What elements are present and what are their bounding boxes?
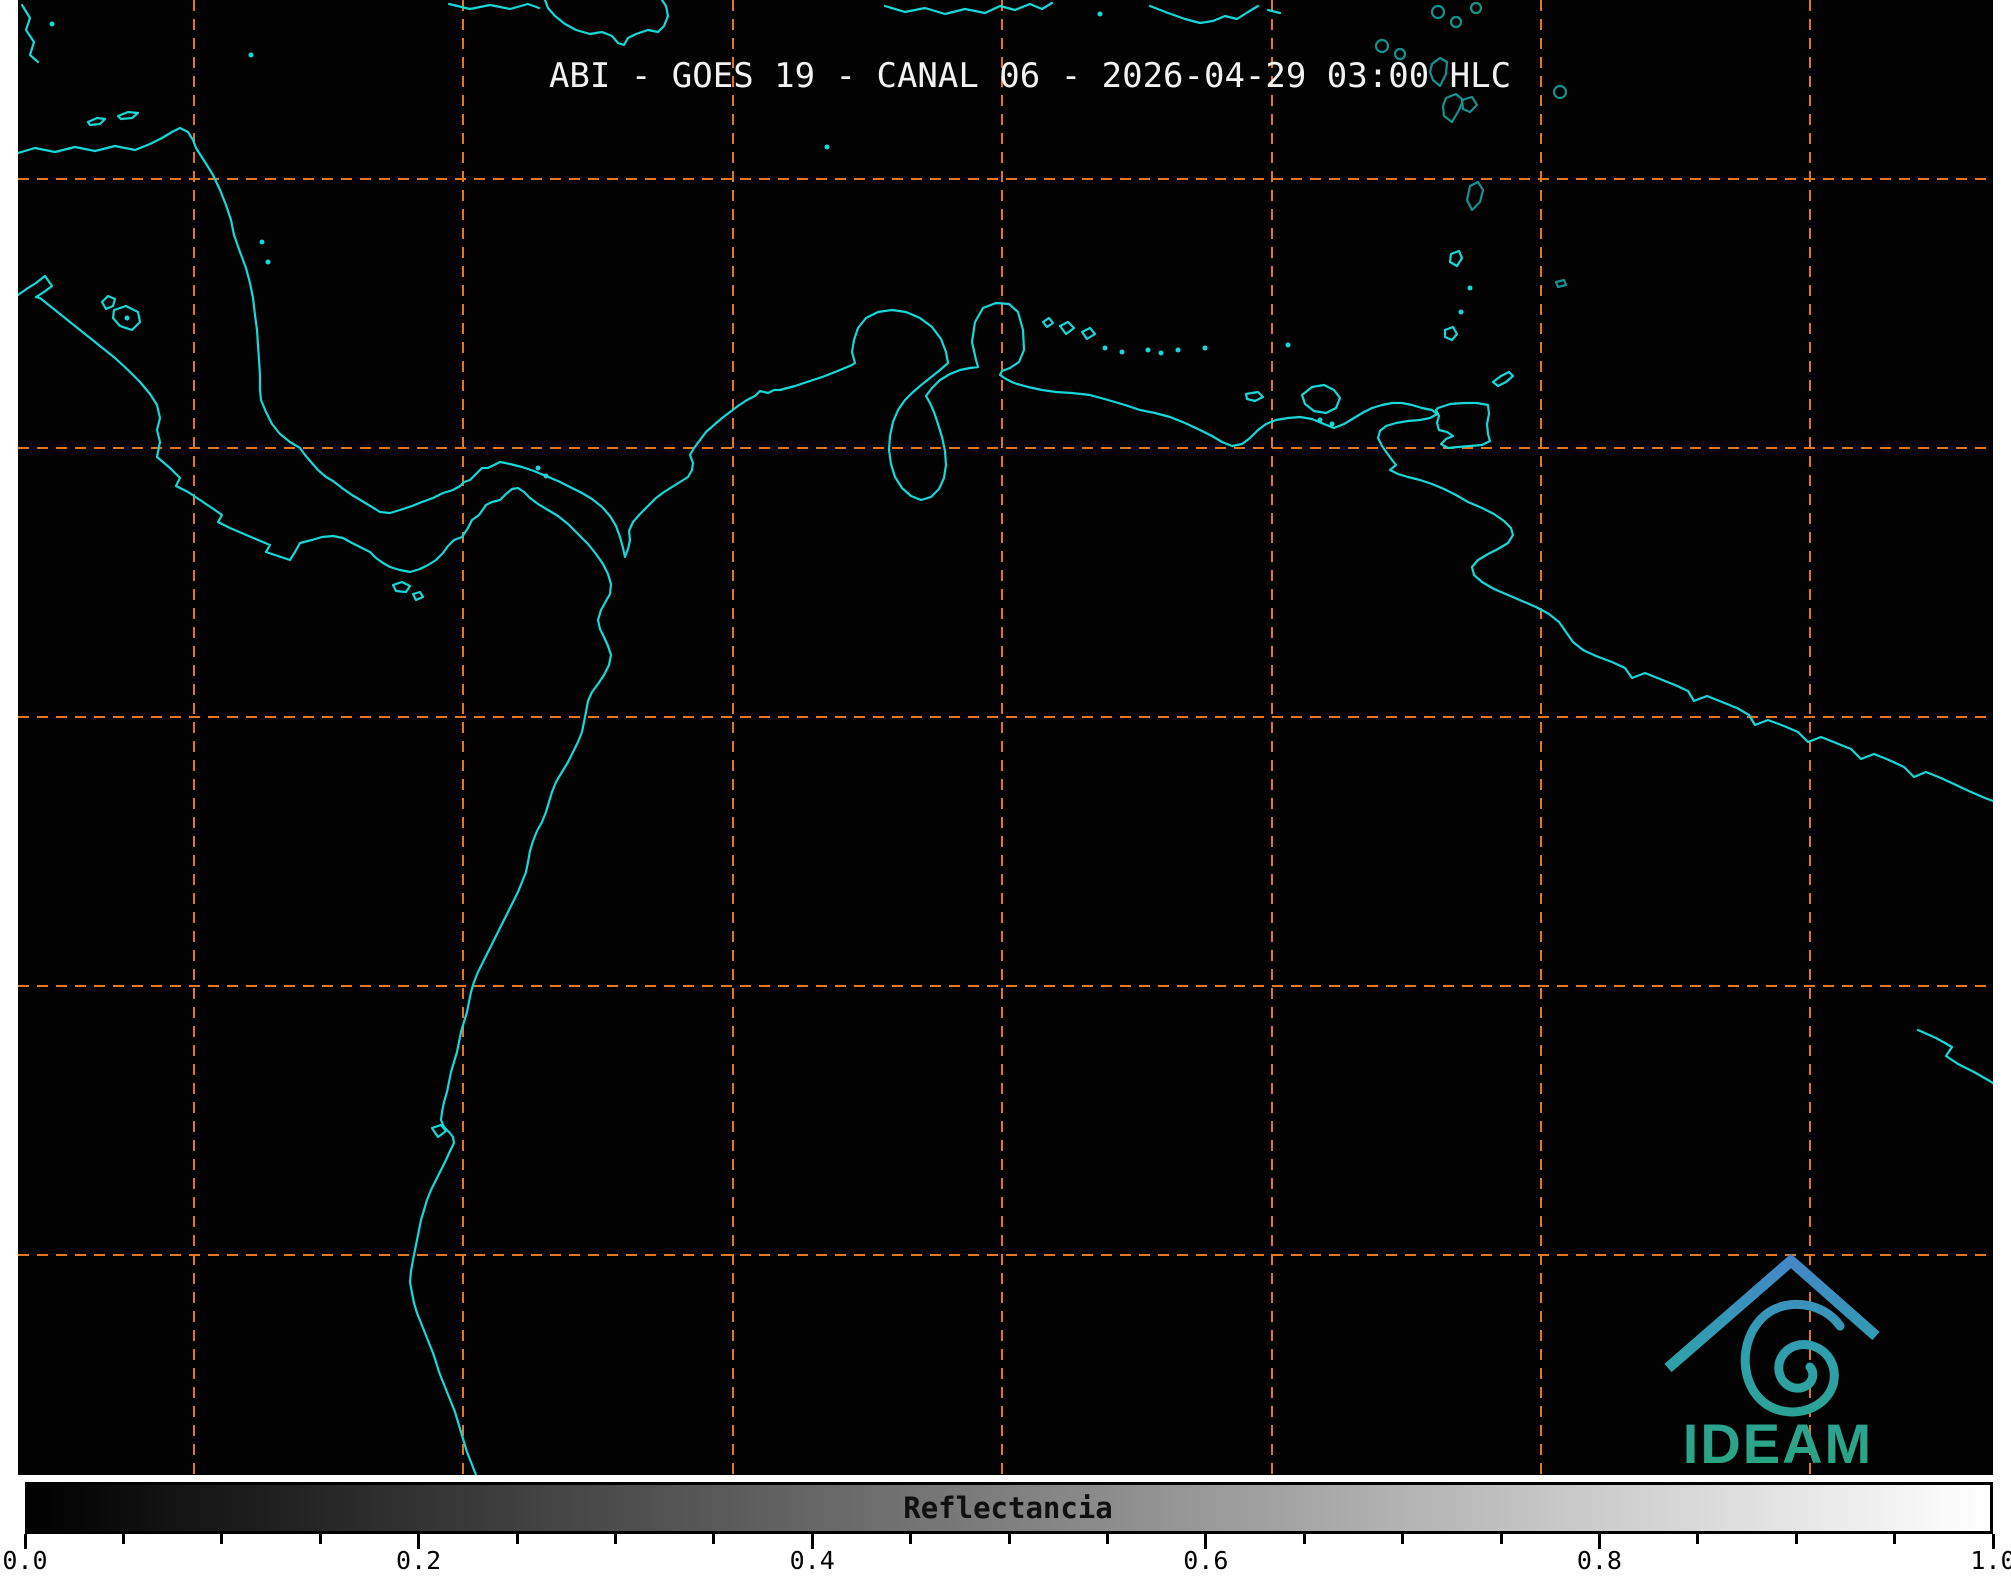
coastline-curacao-island	[1058, 320, 1076, 336]
colorbar-minor-tick	[318, 1534, 322, 1544]
coastline-grenada-island	[1443, 325, 1459, 342]
islet-dot	[1329, 421, 1335, 427]
colorbar-tick-label: 1.0	[1970, 1546, 2011, 1575]
coastline-lake-managua	[100, 294, 117, 311]
coastline-brazil-coast-fragment	[1916, 1028, 1993, 1085]
logo-spiral-icon	[1740, 1299, 1845, 1417]
coastline-martinique-island	[1441, 92, 1465, 124]
figure-background: ABI - GOES 19 - CANAL 06 - 2026-04-29 03…	[0, 0, 2011, 1577]
coastline-tobago-island	[1491, 370, 1515, 388]
colorbar-minor-tick	[515, 1534, 519, 1544]
colorbar: Reflectancia	[25, 1482, 1993, 1534]
colorbar-tick-labels: 0.0 0.2 0.4 0.6 0.8 1.0	[2, 1546, 2011, 1576]
coastline-guadeloupe-east-wing	[1460, 95, 1479, 114]
islet-dot	[824, 144, 830, 150]
coastline-margarita-island	[1300, 383, 1342, 415]
island-ring	[1469, 1, 1483, 15]
colorbar-minor-tick	[1105, 1534, 1109, 1544]
island-ring	[1552, 84, 1568, 100]
colorbar-minor-tick	[1499, 1534, 1503, 1544]
colorbar-minor-tick	[1794, 1534, 1798, 1544]
coastline-bay-island-east	[116, 110, 140, 121]
colorbar-minor-tick	[613, 1534, 617, 1544]
coastline-trinidad-island	[1434, 401, 1492, 450]
colorbar-minor-tick	[1401, 1534, 1405, 1544]
colorbar-minor-tick	[1696, 1534, 1700, 1544]
islet-dot	[1175, 347, 1181, 353]
islet-dot	[1467, 285, 1473, 291]
islet-dot	[1317, 417, 1323, 423]
coastline-caribbean-mainland-coast	[18, 126, 1993, 803]
coastline-la-tortuga-island	[1244, 390, 1265, 403]
coastline-bay-island-west	[86, 116, 107, 127]
coastline-top-left-coast-fragment	[20, 3, 40, 64]
colorbar-tick-label: 0.6	[1183, 1546, 1229, 1575]
islet-dot	[124, 315, 130, 321]
coastline-barbados-island	[1554, 278, 1568, 289]
colorbar-tick-label: 0.2	[396, 1546, 442, 1575]
islet-dot	[1285, 342, 1291, 348]
colorbar-minor-tick	[121, 1534, 125, 1544]
coastline-vieques-island	[1266, 8, 1282, 15]
colorbar-tick-label: 0.4	[789, 1546, 835, 1575]
coastline-puna-island	[430, 1123, 448, 1139]
coastline-coiba-island	[391, 580, 412, 594]
islet-dot	[1097, 11, 1103, 17]
islet-dot	[265, 259, 271, 265]
coastline-bonaire-island	[1080, 326, 1097, 341]
coastline-puerto-rico-south-coast	[1148, 4, 1260, 25]
islet-dot	[248, 52, 254, 58]
coastline-st-vincent-island	[1448, 249, 1464, 268]
coastline-hispaniola-south-coast	[883, 1, 1054, 16]
islet-dot	[1102, 345, 1108, 351]
islet-dot	[543, 473, 549, 479]
map-title: ABI - GOES 19 - CANAL 06 - 2026-04-29 03…	[548, 56, 1512, 96]
islet-dot	[1458, 309, 1464, 315]
colorbar-minor-tick	[712, 1534, 716, 1544]
colorbar-tick-label: 0.8	[1576, 1546, 1622, 1575]
islet-dot	[1158, 350, 1164, 356]
coastline-pacific-coast	[18, 274, 613, 1475]
coastline-st-lucia-island	[1465, 180, 1485, 212]
islet-dot	[259, 239, 265, 245]
colorbar-minor-tick	[1893, 1534, 1897, 1544]
colorbar-minor-tick	[1302, 1534, 1306, 1544]
island-ring	[1430, 4, 1446, 20]
colorbar-tick-label: 0.0	[2, 1546, 48, 1575]
colorbar-minor-tick	[909, 1534, 913, 1544]
island-ring	[1374, 38, 1390, 54]
islet-dot	[49, 21, 55, 27]
ideam-logo: IDEAM	[1664, 1253, 1880, 1475]
coastline-coiba-islet	[411, 590, 425, 602]
coastline-jamaica-coast	[543, 0, 670, 47]
island-ring	[1449, 15, 1463, 29]
colorbar-minor-tick	[220, 1534, 224, 1544]
islet-dot	[1145, 347, 1151, 353]
coastline-aruba-island	[1041, 316, 1055, 329]
islet-dot	[535, 465, 541, 471]
islet-dot	[1119, 349, 1125, 355]
islet-dot	[1202, 345, 1208, 351]
logo-text: IDEAM	[1683, 1412, 1873, 1475]
colorbar-label: Reflectancia	[903, 1491, 1113, 1525]
colorbar-minor-tick	[1007, 1534, 1011, 1544]
